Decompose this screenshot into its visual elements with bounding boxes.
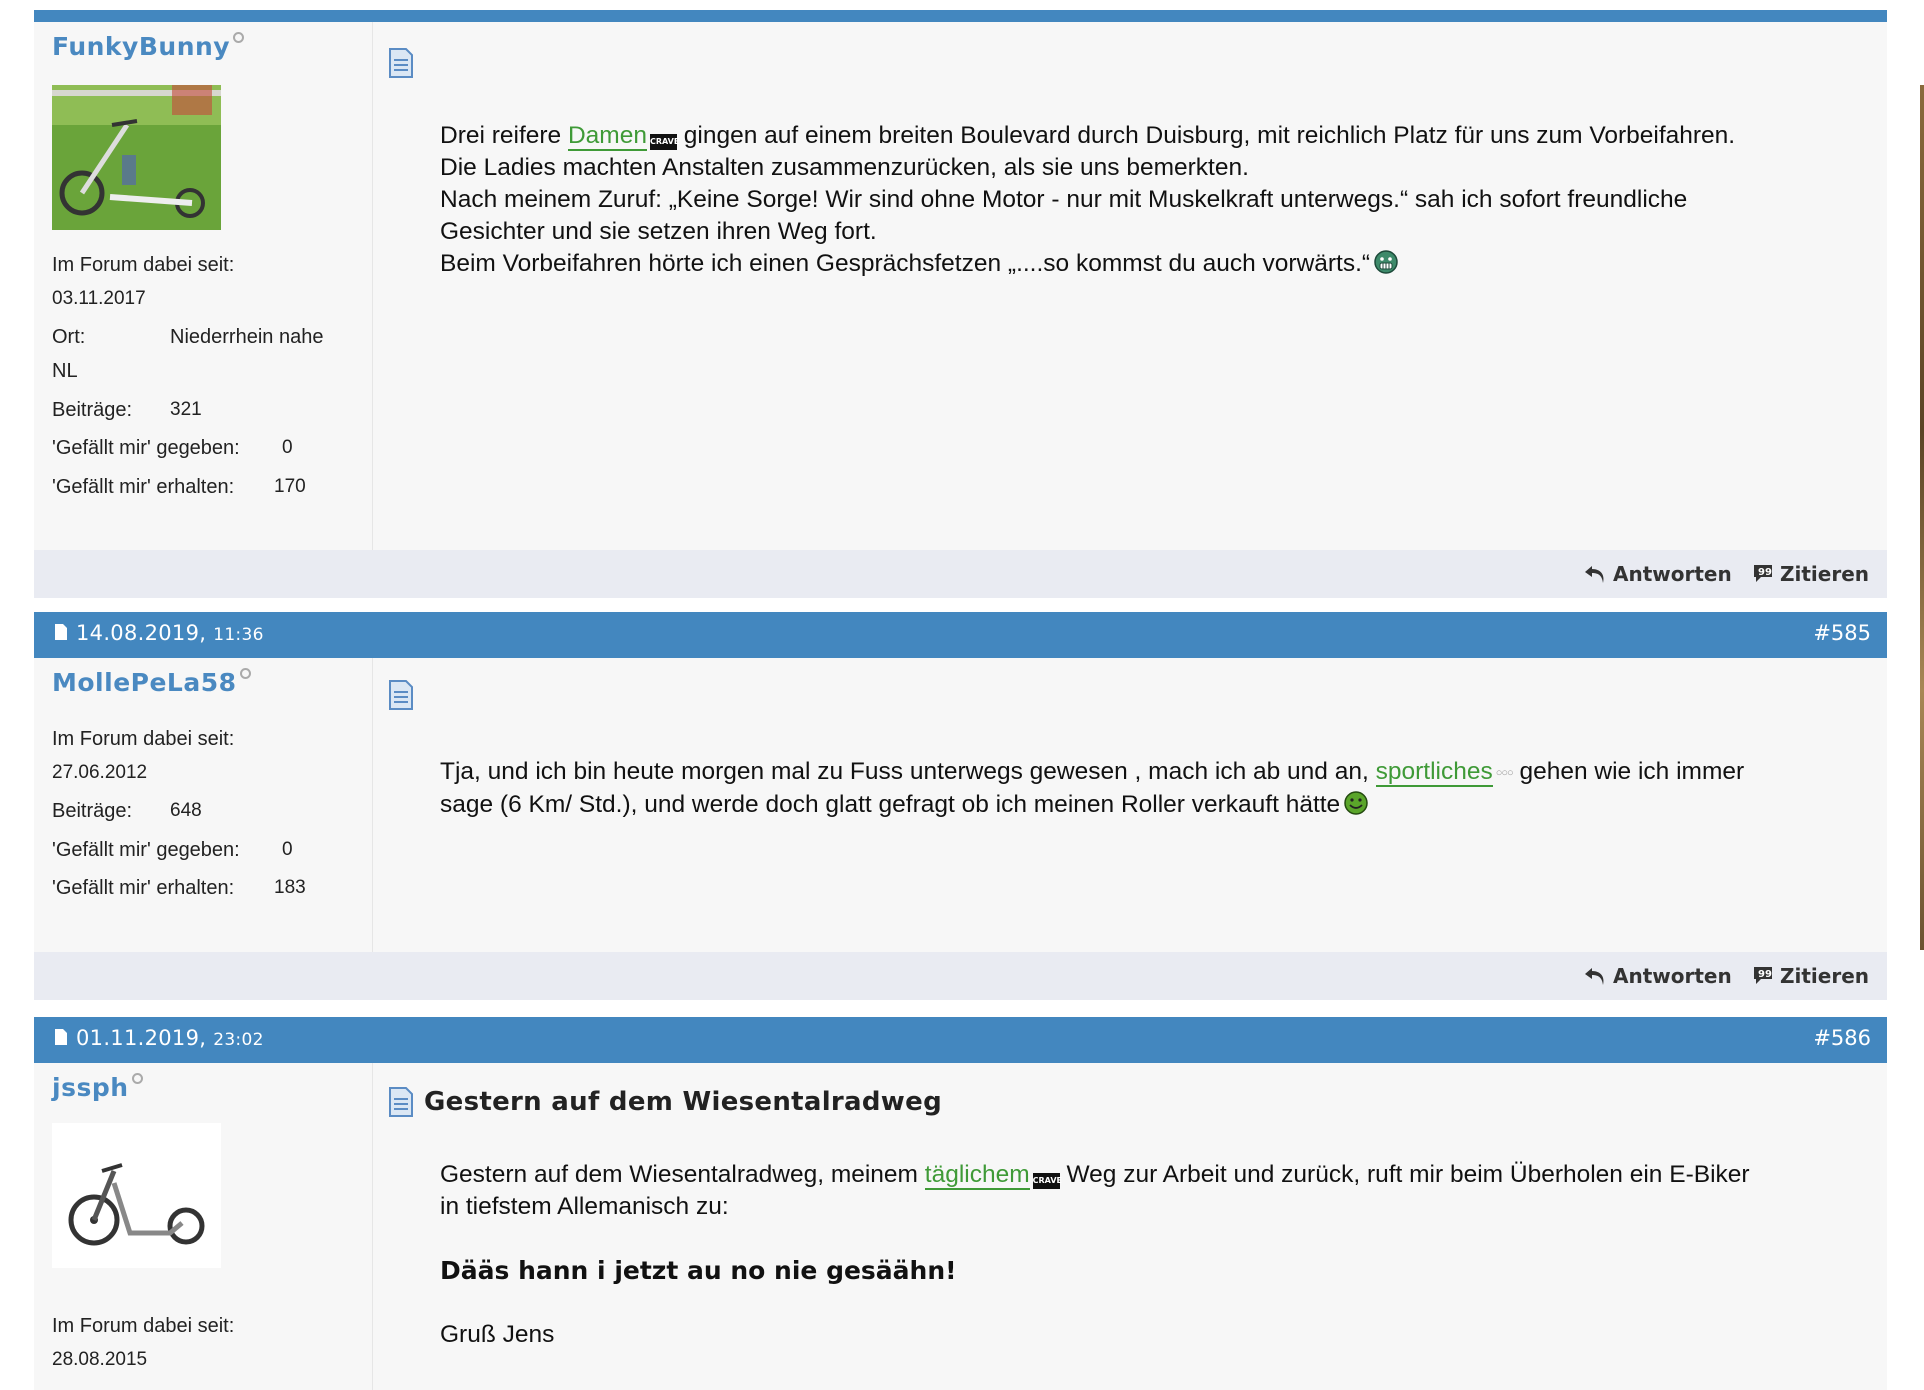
document-icon — [55, 1029, 67, 1045]
posts-count: 321 — [170, 399, 202, 420]
post-text: gehen wie ich immer — [1512, 758, 1745, 785]
post-date: 14.08.2019, 11:36 — [76, 621, 264, 645]
avatar[interactable] — [52, 85, 221, 230]
username-link[interactable]: jssph — [52, 1073, 143, 1102]
joined-label: Im Forum dabei seit: — [52, 254, 235, 276]
user-info-pane: FunkyBunny Im Forum dabei seit: 03.11.20… — [34, 22, 373, 550]
document-icon — [55, 624, 67, 640]
post-body: Tja, und ich bin heute morgen mal zu Fus… — [440, 756, 1857, 821]
post-body: Drei reifere Damen CRAVE gingen auf einem… — [440, 120, 1857, 280]
keyword-link[interactable]: sportliches — [1375, 758, 1493, 787]
quote-bubble-icon: 99 — [1754, 565, 1772, 582]
message-pane: Tja, und ich bin heute morgen mal zu Fus… — [372, 658, 1887, 952]
link-dots-icon[interactable]: ○○○ — [1496, 767, 1514, 779]
post-text: sage (6 Km/ Std.), und werde doch glatt … — [440, 791, 1341, 818]
post-text: Drei reifere — [440, 122, 568, 149]
posts-count: 648 — [170, 800, 202, 821]
keyword-link[interactable]: Damen — [567, 122, 647, 151]
post-bold-text: Dääs hann i jetzt au no nie gesäähn! — [440, 1256, 957, 1285]
reply-button[interactable]: Antworten — [1583, 562, 1732, 586]
joined-date: 03.11.2017 — [52, 288, 146, 309]
offline-status-icon — [239, 668, 251, 679]
post: MollePeLa58 Im Forum dabei seit: 27.06.2… — [34, 658, 1887, 952]
post-header-bar: 01.11.2019, 23:02 #586 — [34, 1017, 1887, 1063]
likes-given-count: 0 — [282, 437, 293, 458]
joined-label: Im Forum dabei seit: — [52, 1315, 235, 1337]
likes-given-label: 'Gefällt mir' gegeben: — [52, 839, 240, 861]
posts-label: Beiträge: — [52, 399, 133, 421]
location-value: Niederrhein nahe — [170, 326, 324, 348]
post-title: Gestern auf dem Wiesentalradweg — [424, 1087, 942, 1117]
document-icon — [389, 1087, 413, 1117]
svg-text:99: 99 — [1758, 567, 1772, 578]
post-header-bar — [34, 10, 1887, 22]
offline-status-icon — [233, 32, 245, 43]
post: FunkyBunny Im Forum dabei seit: 03.11.20… — [34, 22, 1887, 550]
reply-button[interactable]: Antworten — [1583, 964, 1732, 988]
quote-bubble-icon: 99 — [1754, 967, 1772, 984]
reply-arrow-icon — [1585, 566, 1604, 583]
post-text: gingen auf einem breiten Boulevard durch… — [676, 122, 1736, 149]
post-text: Weg zur Arbeit und zurück, ruft mir beim… — [1059, 1161, 1750, 1188]
post-text: in tiefstem Allemanisch zu: — [440, 1193, 729, 1220]
avatar[interactable] — [52, 1123, 221, 1268]
document-icon — [389, 680, 413, 710]
joined-label: Im Forum dabei seit: — [52, 728, 235, 750]
likes-given-label: 'Gefällt mir' gegeben: — [52, 437, 240, 459]
post-text: Beim Vorbeifahren hörte ich einen Gesprä… — [440, 250, 1371, 277]
post-signature: Gruß Jens — [440, 1321, 555, 1348]
keyword-link[interactable]: täglichem — [924, 1161, 1030, 1190]
post-text: Die Ladies machten Anstalten zusammenzur… — [440, 154, 1249, 181]
message-pane: Gestern auf dem Wiesentalradweg Gestern … — [372, 1063, 1887, 1390]
likes-received-count: 170 — [274, 476, 306, 497]
username-link[interactable]: FunkyBunny — [52, 32, 245, 61]
post-text: Gesichter und sie setzen ihren Weg fort. — [440, 218, 877, 245]
post-text: Tja, und ich bin heute morgen mal zu Fus… — [440, 758, 1376, 785]
user-info-pane: MollePeLa58 Im Forum dabei seit: 27.06.2… — [34, 658, 373, 952]
post-text: Gestern auf dem Wiesentalradweg, meinem — [440, 1161, 925, 1188]
grin-smiley-icon — [1374, 250, 1398, 274]
ad-badge-icon[interactable]: CRAVE — [1032, 1173, 1062, 1189]
likes-received-label: 'Gefällt mir' erhalten: — [52, 877, 235, 899]
likes-received-count: 183 — [274, 877, 306, 898]
likes-given-count: 0 — [282, 839, 293, 860]
background-edge — [1920, 85, 1924, 950]
username-link[interactable]: MollePeLa58 — [52, 668, 251, 697]
post-actions-bar: Antworten 99 Zitieren — [34, 550, 1887, 598]
user-info-pane: jssph Im Forum dabei seit: 28.08.2015 — [34, 1063, 373, 1390]
joined-date: 27.06.2012 — [52, 762, 148, 783]
post-text: Nach meinem Zuruf: „Keine Sorge! Wir sin… — [440, 186, 1688, 213]
reply-arrow-icon — [1585, 968, 1604, 985]
ad-badge-icon[interactable]: CRAVE — [649, 134, 679, 150]
post-header-bar: 14.08.2019, 11:36 #585 — [34, 612, 1887, 658]
likes-received-label: 'Gefällt mir' erhalten: — [52, 476, 235, 498]
post-number-link[interactable]: #586 — [1813, 1026, 1871, 1050]
offline-status-icon — [131, 1073, 143, 1084]
quote-button[interactable]: 99 Zitieren — [1752, 562, 1869, 586]
document-icon — [389, 48, 413, 78]
post: jssph Im Forum dabei seit: 28.08.2015 Ge… — [34, 1063, 1887, 1390]
post-date: 01.11.2019, 23:02 — [76, 1026, 264, 1050]
smile-smiley-icon — [1344, 791, 1368, 815]
message-pane: Drei reifere Damen CRAVE gingen auf einem… — [372, 22, 1887, 550]
post-number-link[interactable]: #585 — [1813, 621, 1871, 645]
post-actions-bar: Antworten 99 Zitieren — [34, 952, 1887, 1000]
quote-button[interactable]: 99 Zitieren — [1752, 964, 1869, 988]
location-value-cont: NL — [52, 360, 78, 382]
posts-label: Beiträge: — [52, 800, 133, 822]
joined-date: 28.08.2015 — [52, 1349, 148, 1370]
location-label: Ort: — [52, 326, 86, 348]
svg-text:99: 99 — [1758, 969, 1772, 980]
post-body: Gestern auf dem Wiesentalradweg, meinem … — [440, 1159, 1857, 1351]
